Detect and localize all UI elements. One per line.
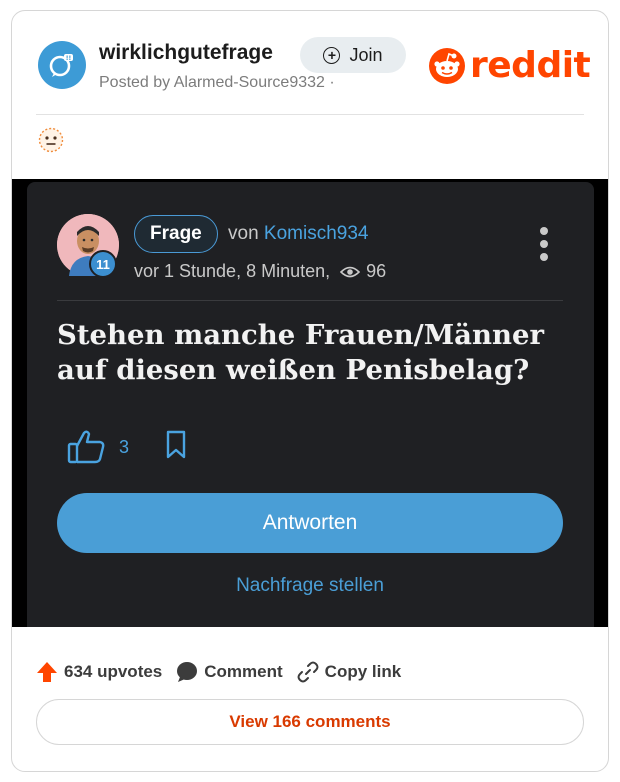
svg-text:!!: !! [66, 55, 71, 62]
post-time: vor 1 Stunde, 8 Minuten, [134, 261, 331, 281]
more-options-icon[interactable] [540, 227, 548, 261]
views-value: 96 [366, 261, 387, 281]
join-button[interactable]: + Join [300, 37, 406, 73]
chat-bubble-icon: !! [49, 54, 73, 77]
upvote-action[interactable]: 634 upvotes [36, 661, 162, 683]
comment-action[interactable]: Comment [176, 661, 283, 683]
upvote-count: 634 upvotes [64, 662, 163, 681]
author-line: von Komisch934 [228, 223, 368, 245]
copy-link-action[interactable]: Copy link [297, 661, 402, 683]
subreddit-name[interactable]: wirklichgutefrage [99, 41, 273, 65]
join-label: Join [349, 44, 383, 65]
author-link[interactable]: Komisch934 [264, 223, 369, 244]
bookmark-icon[interactable] [165, 430, 187, 465]
copy-link-label: Copy link [324, 662, 402, 681]
reddit-wordmark: reddit [470, 45, 591, 86]
question-panel: 11 Frage von Komisch934 vor 1 Stunde, 8 … [27, 182, 594, 627]
answer-button[interactable]: Antworten [57, 493, 563, 553]
reddit-snoo-icon [429, 47, 465, 84]
posted-by: Posted by Alarmed-Source9332 · [99, 74, 335, 91]
comment-label: Comment [204, 662, 283, 681]
upvote-arrow-icon [37, 662, 57, 682]
reddit-post-card: !! wirklichgutefrage Posted by Alarmed-S… [11, 10, 609, 772]
post-meta: vor 1 Stunde, 8 Minuten, 96 [134, 261, 386, 282]
comment-bubble-icon [177, 662, 198, 682]
link-icon [297, 661, 319, 683]
neutral-face-icon [38, 127, 64, 158]
like-action[interactable]: 3 [67, 429, 129, 465]
follow-up-link[interactable]: Nachfrage stellen [57, 575, 563, 597]
subreddit-avatar[interactable]: !! [38, 41, 86, 89]
post-actions: 634 upvotes Comment Copy link [36, 661, 401, 683]
von-label: von [228, 223, 259, 244]
reddit-logo[interactable]: reddit [428, 45, 591, 86]
question-title: Stehen manche Frauen/Männer auf diesen w… [57, 319, 544, 386]
views-count: 96 [340, 261, 386, 282]
post-header: !! wirklichgutefrage Posted by Alarmed-S… [12, 11, 608, 115]
eye-icon [340, 266, 361, 277]
like-count: 3 [119, 436, 130, 457]
header-divider [36, 114, 584, 115]
frage-tag[interactable]: Frage [134, 215, 218, 253]
view-comments-button[interactable]: View 166 comments [36, 699, 584, 745]
level-badge: 11 [89, 250, 117, 278]
embedded-screenshot: 11 Frage von Komisch934 vor 1 Stunde, 8 … [12, 179, 608, 627]
thumbs-up-icon [67, 430, 105, 464]
plus-icon: + [323, 46, 341, 64]
panel-divider [57, 300, 563, 301]
